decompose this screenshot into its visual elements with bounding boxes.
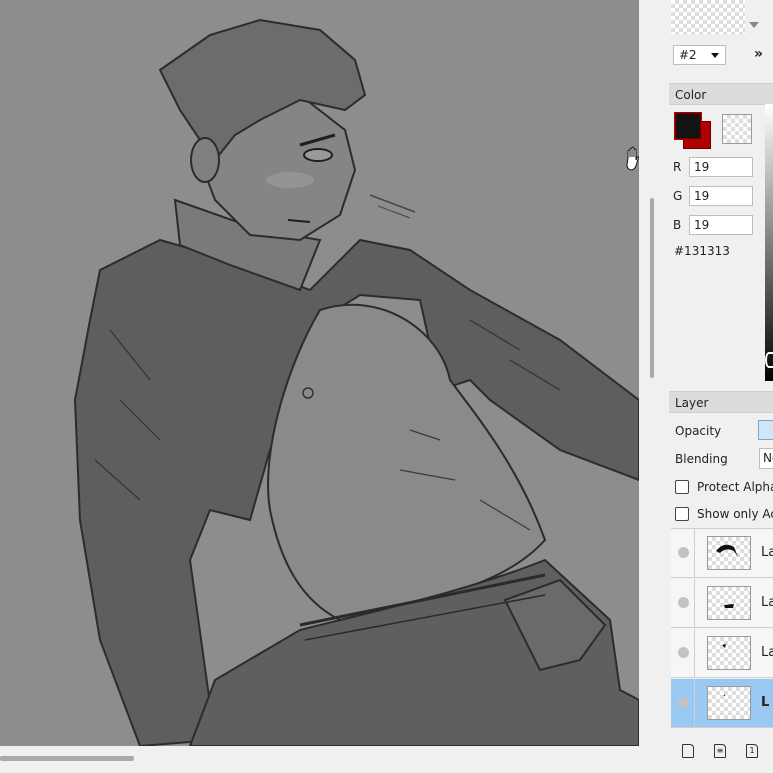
drawing-canvas[interactable]	[0, 0, 639, 746]
layer-item[interactable]: La	[671, 629, 773, 678]
new-layer-icon[interactable]	[682, 744, 694, 758]
brush-preview	[671, 0, 745, 34]
sketch-artwork	[73, 18, 639, 746]
show-only-active-checkbox[interactable]	[675, 507, 689, 521]
show-only-active-label: Show only Ac	[697, 507, 773, 521]
blending-select[interactable]: No	[759, 448, 773, 469]
layer-name: La	[761, 645, 773, 660]
layer-name: La	[761, 595, 773, 610]
color-section-title: Color	[675, 88, 707, 102]
merge-layer-icon[interactable]: 1	[746, 744, 758, 758]
layer-thumbnail	[707, 536, 751, 570]
layer-visibility-toggle[interactable]	[671, 579, 695, 627]
red-channel-input[interactable]: 19	[689, 157, 753, 177]
layer-name: L	[761, 695, 770, 710]
layer-section-title: Layer	[675, 396, 709, 410]
blue-channel-label: B	[673, 218, 682, 232]
visibility-dot-icon	[678, 597, 689, 608]
vertical-scroll-thumb[interactable]	[650, 198, 654, 378]
brush-preset-label: #2	[679, 48, 697, 62]
more-button[interactable]: »	[754, 46, 763, 62]
protect-alpha-label: Protect Alpha	[697, 480, 773, 494]
green-channel-label: G	[673, 189, 683, 203]
visibility-dot-icon	[678, 547, 689, 558]
duplicate-layer-icon[interactable]: ≡	[714, 744, 726, 758]
layer-thumbnail	[707, 636, 751, 670]
color-value-slider[interactable]	[765, 104, 773, 381]
visibility-dot-icon	[678, 647, 689, 658]
layer-visibility-toggle[interactable]	[671, 629, 695, 677]
primary-color-swatch[interactable]	[674, 112, 702, 140]
layer-visibility-toggle[interactable]	[671, 529, 695, 577]
layer-item-selected[interactable]: L	[671, 679, 773, 728]
protect-alpha-checkbox[interactable]	[675, 480, 689, 494]
hand-cursor-icon	[624, 146, 642, 172]
blending-label: Blending	[675, 452, 728, 466]
dropdown-arrow-icon	[711, 53, 719, 58]
hex-color-value[interactable]: #131313	[674, 244, 730, 258]
transparent-color-swatch[interactable]	[722, 114, 752, 144]
layer-name: La	[761, 545, 773, 560]
horizontal-scroll-thumb[interactable]	[0, 756, 134, 761]
tool-panel: #2 » Color R 19 G 19 B 19 #131313 Layer …	[658, 0, 773, 773]
layer-item[interactable]: La	[671, 529, 773, 578]
opacity-slider[interactable]	[758, 420, 773, 440]
chevron-down-icon[interactable]	[749, 22, 759, 28]
opacity-label: Opacity	[675, 424, 722, 438]
visibility-dot-icon	[678, 697, 689, 708]
layer-item[interactable]: La	[671, 579, 773, 628]
red-channel-label: R	[673, 160, 682, 174]
blue-channel-input[interactable]: 19	[689, 215, 753, 235]
layer-section-header[interactable]: Layer	[669, 391, 773, 413]
value-slider-handle[interactable]	[765, 352, 773, 368]
layer-thumbnail	[707, 686, 751, 720]
blending-value: No	[763, 451, 773, 465]
layer-thumbnail	[707, 586, 751, 620]
green-channel-input[interactable]: 19	[689, 186, 753, 206]
horizontal-scrollbar[interactable]	[0, 746, 639, 773]
color-section-header[interactable]: Color	[669, 83, 773, 105]
layer-visibility-toggle[interactable]	[671, 679, 695, 727]
brush-preset-select[interactable]: #2	[673, 45, 726, 65]
